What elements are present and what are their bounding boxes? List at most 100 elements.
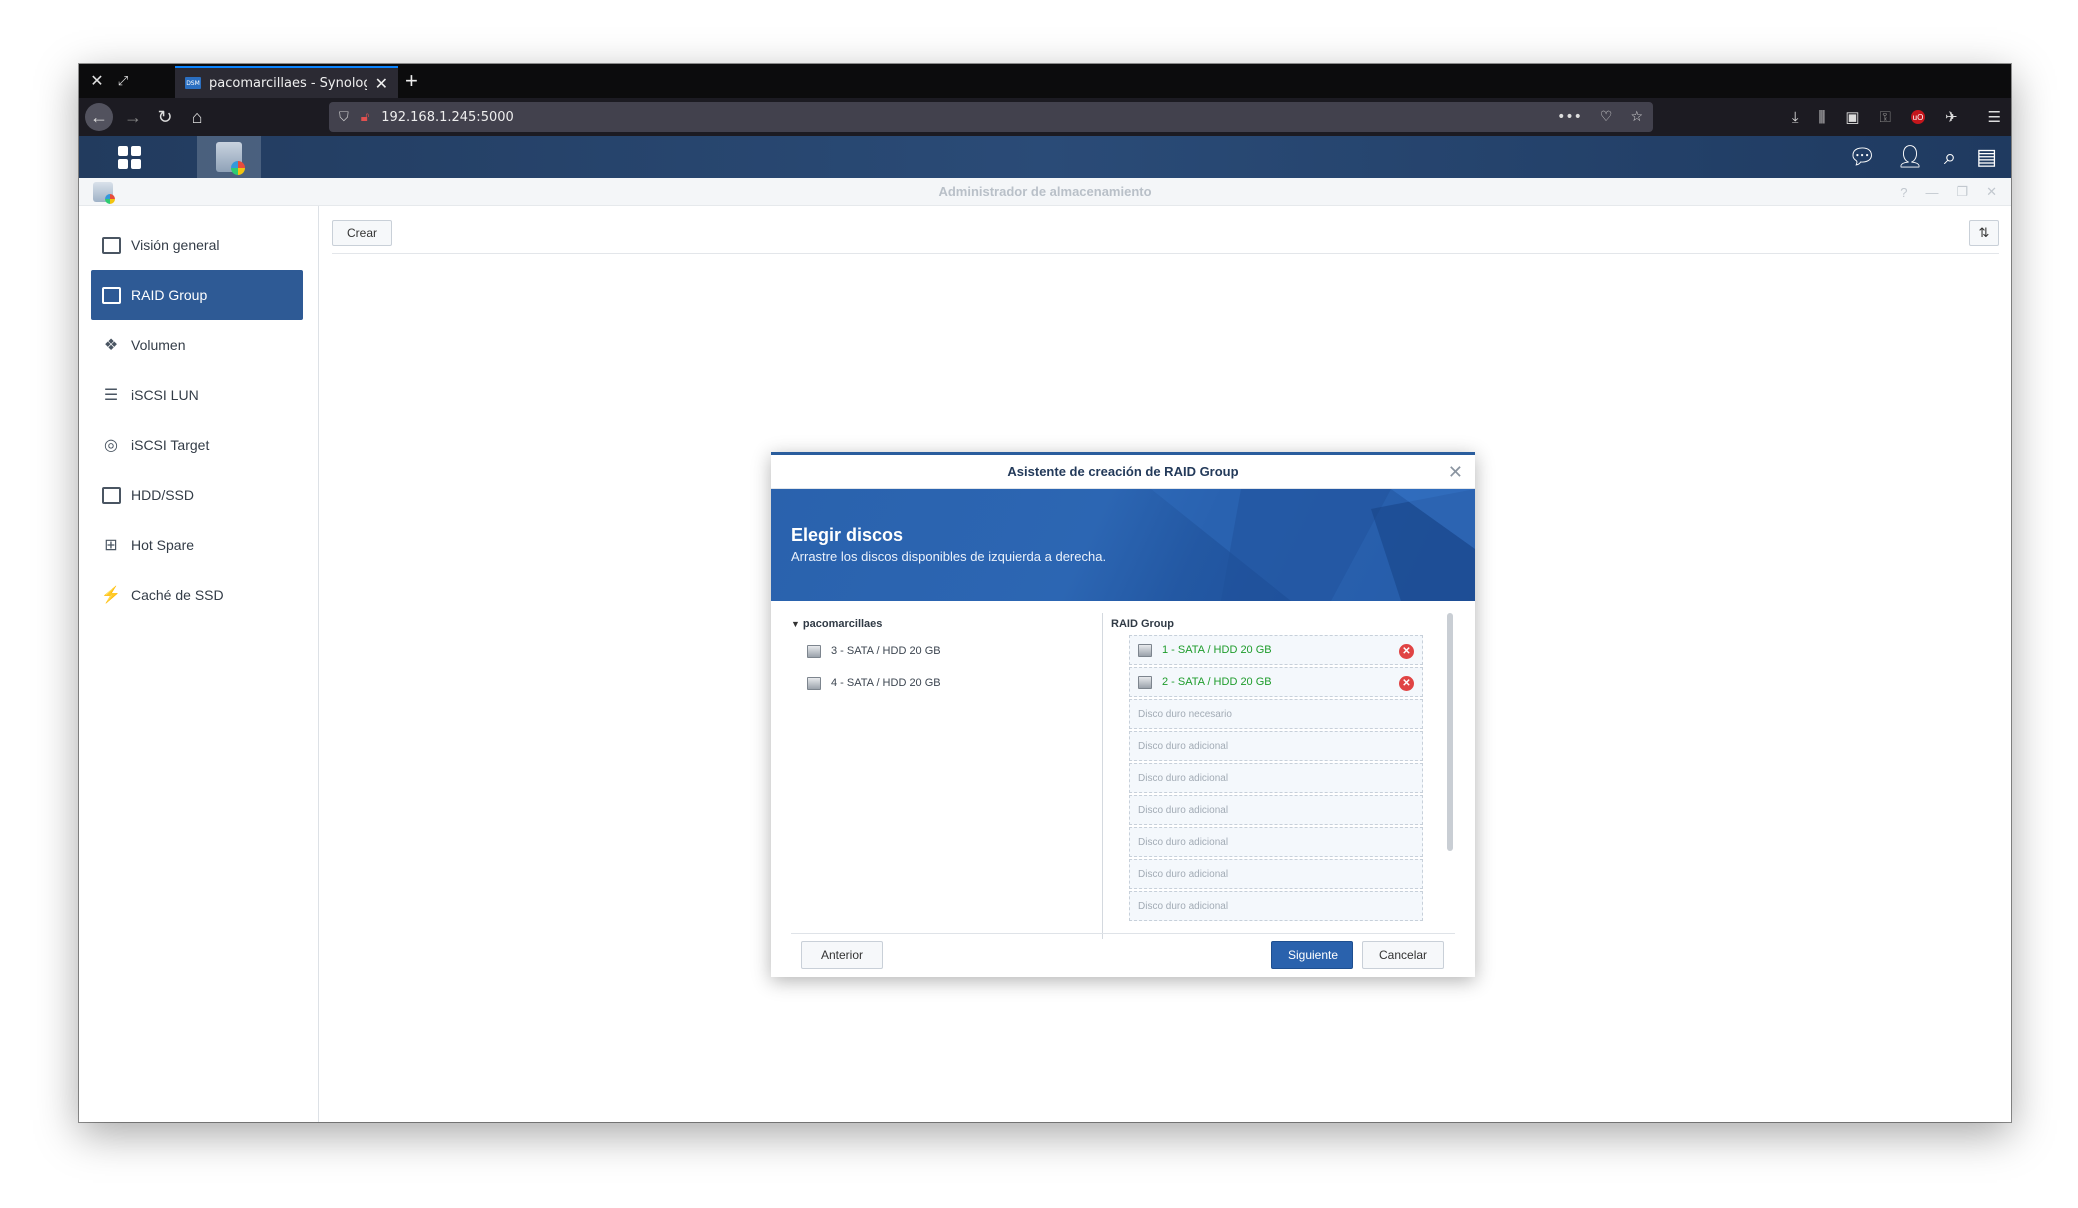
sidebar-item-overview[interactable]: Visión general xyxy=(91,220,303,270)
disk-label: 4 - SATA / HDD 20 GB xyxy=(831,677,941,689)
notifications-icon[interactable]: 💬︎ xyxy=(1848,144,1876,170)
shield-icon[interactable]: ⛉ xyxy=(339,110,349,125)
download-icon[interactable]: ⤓ xyxy=(1792,109,1799,126)
dsm-favicon-icon: DSM xyxy=(185,77,201,89)
sidebar-item-raid-group[interactable]: RAID Group xyxy=(91,270,303,320)
new-tab-icon[interactable]: + xyxy=(405,64,418,98)
dialog-title: Asistente de creación de RAID Group xyxy=(1007,464,1239,479)
sidebar-item-label: RAID Group xyxy=(131,287,208,303)
hdd-icon xyxy=(807,676,821,690)
sidebar-item-label: iSCSI LUN xyxy=(131,387,199,403)
empty-disk-slot[interactable]: Disco duro adicional xyxy=(1129,795,1423,825)
bookmark-star-icon[interactable]: ☆ xyxy=(1630,109,1643,125)
sidebar-item-iscsi-target[interactable]: ◎ iSCSI Target xyxy=(91,420,303,470)
disk-label: 1 - SATA / HDD 20 GB xyxy=(1162,644,1272,656)
dialog-header: Asistente de creación de RAID Group ✕ xyxy=(771,455,1475,489)
app-title-bar: Administrador de almacenamiento ? — ❐ ✕ xyxy=(79,178,2011,206)
library-icon[interactable]: ⫼ xyxy=(1818,109,1825,126)
close-window-icon[interactable]: ✕ xyxy=(1986,184,1997,200)
previous-button[interactable]: Anterior xyxy=(801,941,883,969)
sidebar-item-label: iSCSI Target xyxy=(131,437,210,453)
key-icon[interactable]: ⚿ xyxy=(1880,109,1891,126)
reload-icon[interactable]: ↻ xyxy=(151,103,179,131)
raid-group-pane-title: RAID Group xyxy=(1111,618,1174,630)
insecure-lock-icon[interactable]: 🔓︎ xyxy=(361,110,369,125)
raid-group-icon xyxy=(101,285,121,305)
forward-icon[interactable]: → xyxy=(119,103,147,131)
nav-bar: ← → ↻ ⌂ ⛉ 🔓︎ 192.168.1.245:5000 ••• ♡ ☆ … xyxy=(79,98,2011,136)
toolbar: Crear ⇅ xyxy=(332,216,1999,254)
more-actions-icon[interactable]: ••• xyxy=(1557,109,1582,125)
remove-disk-icon[interactable]: ✕ xyxy=(1399,644,1414,659)
next-button[interactable]: Siguiente xyxy=(1271,941,1353,969)
caret-down-icon[interactable]: ▼ xyxy=(791,619,800,629)
browser-tab[interactable]: DSM pacomarcillaes - Synology Di ✕ xyxy=(175,66,398,98)
create-button[interactable]: Crear xyxy=(332,220,393,246)
menu-icon[interactable]: ☰ xyxy=(1988,108,2001,126)
empty-disk-slot[interactable]: Disco duro adicional xyxy=(1129,891,1423,921)
fullscreen-icon[interactable]: ⤢ xyxy=(111,64,135,98)
tab-bar: ✕ ⤢ DSM pacomarcillaes - Synology Di ✕ + xyxy=(79,64,2011,98)
footer-divider xyxy=(791,933,1455,934)
hot-spare-icon: ⊞ xyxy=(104,537,118,554)
empty-disk-slot[interactable]: Disco duro adicional xyxy=(1129,827,1423,857)
search-icon[interactable]: ⌕ xyxy=(1944,144,1956,170)
ublock-icon[interactable]: uO xyxy=(1910,110,1925,124)
sidebar: Visión general RAID Group ❖ Volumen ☰ iS… xyxy=(79,206,319,1122)
raid-wizard-dialog: Asistente de creación de RAID Group ✕ El… xyxy=(771,452,1475,977)
minimize-icon[interactable]: — xyxy=(1925,185,1938,200)
pocket-icon[interactable]: ♡ xyxy=(1600,109,1613,125)
sidebar-item-label: HDD/SSD xyxy=(131,487,195,503)
empty-disk-slot[interactable]: Disco duro adicional xyxy=(1129,731,1423,761)
empty-disk-slot[interactable]: Disco duro adicional xyxy=(1129,859,1423,889)
home-icon[interactable]: ⌂ xyxy=(183,103,211,131)
available-disk[interactable]: 3 - SATA / HDD 20 GB xyxy=(791,635,1102,667)
empty-disk-slot[interactable]: Disco duro necesario xyxy=(1129,699,1423,729)
hdd-ssd-icon xyxy=(101,485,121,505)
dialog-close-icon[interactable]: ✕ xyxy=(1448,455,1463,489)
scrollbar[interactable] xyxy=(1447,613,1453,851)
close-icon[interactable]: ✕ xyxy=(85,64,109,98)
dsm-taskbar: 💬︎ 👤︎ ⌕ ▤ xyxy=(79,136,2011,178)
sidebar-toggle-icon[interactable]: ▣ xyxy=(1845,108,1859,126)
sidebar-item-ssd-cache[interactable]: ⚡ Caché de SSD xyxy=(91,570,303,620)
url-bar[interactable]: ⛉ 🔓︎ 192.168.1.245:5000 ••• ♡ ☆ xyxy=(329,102,1653,132)
hdd-icon xyxy=(807,644,821,658)
selected-disk-slot[interactable]: 1 - SATA / HDD 20 GB ✕ xyxy=(1129,635,1423,665)
sidebar-item-label: Hot Spare xyxy=(131,537,195,553)
overview-icon xyxy=(101,235,121,255)
storage-manager-taskbar-button[interactable] xyxy=(197,136,261,178)
storage-manager-icon xyxy=(216,142,245,175)
extension-icon[interactable]: ✈ xyxy=(1945,108,1958,126)
apps-grid-icon xyxy=(117,145,141,169)
sidebar-item-hot-spare[interactable]: ⊞ Hot Spare xyxy=(91,520,303,570)
user-icon[interactable]: 👤︎ xyxy=(1896,144,1924,170)
widgets-icon[interactable]: ▤ xyxy=(1976,144,1997,170)
disk-label: 3 - SATA / HDD 20 GB xyxy=(831,645,941,657)
disk-label: 2 - SATA / HDD 20 GB xyxy=(1162,676,1272,688)
disk-group-header[interactable]: ▼ pacomarcillaes xyxy=(791,613,1102,635)
available-disk[interactable]: 4 - SATA / HDD 20 GB xyxy=(791,667,1102,699)
raid-group-pane: RAID Group 1 - SATA / HDD 20 GB ✕ 2 - SA… xyxy=(1111,613,1457,939)
back-icon[interactable]: ← xyxy=(85,103,113,131)
iscsi-target-icon: ◎ xyxy=(104,437,118,454)
sidebar-item-iscsi-lun[interactable]: ☰ iSCSI LUN xyxy=(91,370,303,420)
help-icon[interactable]: ? xyxy=(1900,185,1907,200)
main-menu-button[interactable] xyxy=(97,136,161,178)
disk-group-name: pacomarcillaes xyxy=(802,618,883,630)
available-disks-pane: ▼ pacomarcillaes 3 - SATA / HDD 20 GB 4 -… xyxy=(791,613,1103,939)
dialog-heading: Elegir discos xyxy=(791,525,904,545)
sort-icon[interactable]: ⇅ xyxy=(1969,220,1999,246)
hdd-icon xyxy=(1138,643,1152,657)
tab-title: pacomarcillaes - Synology Di xyxy=(209,75,367,91)
app-title: Administrador de almacenamiento xyxy=(938,184,1152,199)
empty-disk-slot[interactable]: Disco duro adicional xyxy=(1129,763,1423,793)
selected-disk-slot[interactable]: 2 - SATA / HDD 20 GB ✕ xyxy=(1129,667,1423,697)
maximize-icon[interactable]: ❐ xyxy=(1956,184,1968,200)
url-text[interactable]: 192.168.1.245:5000 xyxy=(381,110,514,125)
sidebar-item-volume[interactable]: ❖ Volumen xyxy=(91,320,303,370)
tab-close-icon[interactable]: ✕ xyxy=(375,74,388,93)
remove-disk-icon[interactable]: ✕ xyxy=(1399,676,1414,691)
cancel-button[interactable]: Cancelar xyxy=(1362,941,1444,969)
sidebar-item-hdd-ssd[interactable]: HDD/SSD xyxy=(91,470,303,520)
